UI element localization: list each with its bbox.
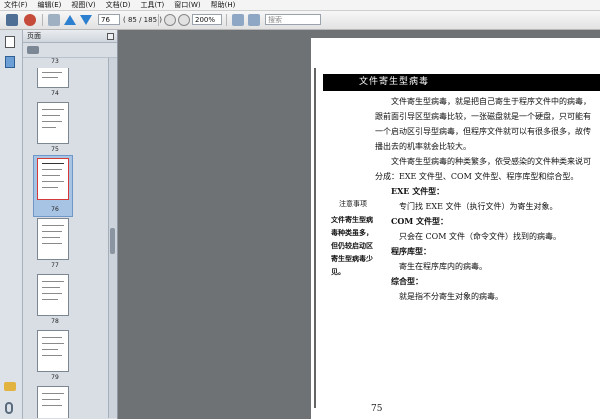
document-body: 文件寄生型病毒，就是把自己寄生于程序文件中的病毒，跟前面引导区型病毒比较，一张磁… <box>375 94 593 304</box>
section-title: 文件寄生型病毒 <box>323 74 600 91</box>
pages-icon[interactable] <box>5 36 15 48</box>
menu-help[interactable]: 帮助(H) <box>211 0 236 10</box>
thumbnail-list: 73 74 75 76 77 78 79 <box>23 58 117 418</box>
thumbnail-label: 76 <box>51 206 59 213</box>
page-number-input[interactable]: 76 <box>98 14 120 25</box>
page-count: ( 85 / 185 ) <box>123 16 162 24</box>
select-tool-icon[interactable] <box>48 14 60 26</box>
page-thumbnail[interactable] <box>37 68 69 88</box>
menu-edit[interactable]: 编辑(E) <box>38 0 62 10</box>
pages-panel: 页面 73 74 75 76 77 78 79 <box>23 30 118 419</box>
paragraph: 文件寄生型病毒，就是把自己寄生于程序文件中的病毒，跟前面引导区型病毒比较，一张磁… <box>375 97 591 151</box>
zoom-in-icon[interactable] <box>178 14 190 26</box>
page-thumbnail[interactable] <box>37 274 69 316</box>
comments-icon[interactable] <box>4 382 16 391</box>
paragraph: 只会在 COM 文件（命令文件）找到的病毒。 <box>399 232 561 241</box>
menu-document[interactable]: 文档(D) <box>106 0 131 10</box>
search-input[interactable]: 搜索 <box>265 14 321 25</box>
zoom-out-icon[interactable] <box>164 14 176 26</box>
paragraph: 专门找 EXE 文件（执行文件）为寄生对象。 <box>399 202 558 211</box>
subheading: 综合型： <box>391 276 423 286</box>
page-number: 75 <box>371 404 383 414</box>
side-note-text: 文件寄生型病毒种类虽多，但仍较启动区寄生型病毒少见。 <box>331 215 373 276</box>
navigation-strip <box>0 30 23 419</box>
panel-header: 页面 <box>23 30 117 43</box>
fit-page-icon[interactable] <box>232 14 244 26</box>
panel-toolbar <box>23 43 117 58</box>
fit-width-icon[interactable] <box>248 14 260 26</box>
panel-scrollbar[interactable] <box>108 58 117 418</box>
page-thumbnail[interactable] <box>37 102 69 144</box>
page-thumbnail[interactable] <box>37 218 69 260</box>
subheading: EXE 文件型： <box>391 186 445 196</box>
subheading: COM 文件型： <box>391 216 448 226</box>
page-thumbnail[interactable] <box>37 330 69 372</box>
thumbnail-label: 79 <box>51 374 59 381</box>
thumbnail-label: 77 <box>51 262 59 269</box>
next-page-icon[interactable] <box>80 15 92 25</box>
document-page: 文件寄生型病毒 文件寄生型病毒，就是把自己寄生于程序文件中的病毒，跟前面引导区型… <box>311 38 600 419</box>
toolbar: 76 ( 85 / 185 ) 200% 搜索 <box>0 11 600 30</box>
previous-page-icon[interactable] <box>64 15 76 25</box>
page-thumbnail[interactable] <box>37 386 69 418</box>
menu-bar: 文件(F) 编辑(E) 视图(V) 文档(D) 工具(T) 窗口(W) 帮助(H… <box>0 0 600 11</box>
panel-title: 页面 <box>27 32 41 40</box>
close-panel-icon[interactable] <box>107 32 114 40</box>
side-note-heading: 注意事项 <box>339 200 367 208</box>
thumbnail-label: 74 <box>51 90 59 97</box>
menu-file[interactable]: 文件(F) <box>4 0 28 10</box>
side-note: 注意事项 文件寄生型病毒种类虽多，但仍较启动区寄生型病毒少见。 <box>331 198 375 278</box>
scrollbar-thumb[interactable] <box>110 228 115 254</box>
paragraph: 寄生在程序库内的病毒。 <box>399 262 487 271</box>
bookmarks-icon[interactable] <box>5 56 15 68</box>
menu-view[interactable]: 视图(V) <box>71 0 95 10</box>
paragraph: 文件寄生型病毒的种类繁多，依受感染的文件种类来说可分成：EXE 文件型、COM … <box>375 157 591 181</box>
paragraph: 就是指不分寄生对象的病毒。 <box>399 292 503 301</box>
email-icon[interactable] <box>24 14 36 26</box>
document-viewer: 文件寄生型病毒 文件寄生型病毒，就是把自己寄生于程序文件中的病毒，跟前面引导区型… <box>118 30 600 419</box>
print-icon[interactable] <box>6 14 18 26</box>
thumbnail-label: 78 <box>51 318 59 325</box>
attachment-icon[interactable] <box>5 402 13 414</box>
zoom-select[interactable]: 200% <box>192 14 222 25</box>
thumbnail-label: 73 <box>51 58 59 65</box>
menu-window[interactable]: 窗口(W) <box>174 0 200 10</box>
page-thumbnail-selected[interactable] <box>37 158 69 200</box>
options-menu-icon[interactable] <box>27 46 39 54</box>
menu-tools[interactable]: 工具(T) <box>141 0 165 10</box>
thumbnail-label: 75 <box>51 146 59 153</box>
subheading: 程序库型： <box>391 246 431 256</box>
